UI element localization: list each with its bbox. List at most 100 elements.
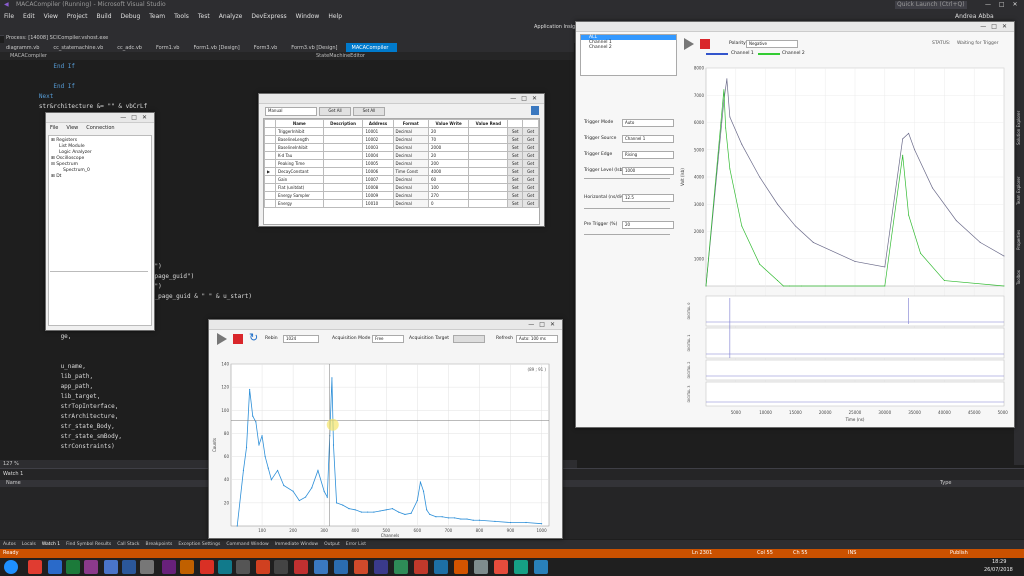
reg-write-cell[interactable]: 70 [427,135,470,144]
reg-format-cell[interactable]: Decimal [392,199,430,208]
menu-help[interactable]: Help [328,11,342,22]
app-icon-24[interactable] [474,560,488,574]
tab-autos[interactable]: Autos [3,540,16,549]
app-icon-11[interactable] [218,560,232,574]
register-window-titlebar[interactable]: —□✕ [259,94,544,104]
refresh-icon[interactable]: ↻ [249,331,258,344]
tab-form1-design[interactable]: Form1.vb [Design] [187,43,247,52]
acq-mode-select[interactable]: Free [372,335,404,343]
code-line[interactable]: lib_path, [10,372,94,382]
code-line[interactable]: strTopInterface, [10,402,119,412]
tab-form3-design[interactable]: Form3.vb [Design] [285,43,345,52]
quick-launch-input[interactable]: Quick Launch (Ctrl+Q) [895,1,967,9]
reg-get-button[interactable]: Get [522,175,539,184]
clock-time[interactable]: 18:29 [992,559,1006,565]
edit-icon[interactable] [531,106,539,115]
menu-team[interactable]: Team [149,11,165,22]
play-icon[interactable] [217,333,227,345]
app-icon-22[interactable] [434,560,448,574]
splitter[interactable] [50,271,148,272]
trigger-level-input[interactable]: 1000 [622,167,674,175]
refresh-select[interactable]: Auto: 100 ms [516,335,558,343]
reg-get-button[interactable]: Get [522,135,539,144]
start-icon[interactable] [4,560,18,574]
reg-set-button[interactable]: Set [507,183,524,192]
tab-breakpoints[interactable]: Breakpoints [146,540,173,549]
app-icon-21[interactable] [414,560,428,574]
menu-edit[interactable]: Edit [23,11,35,22]
reg-format-cell[interactable]: Decimal [392,135,430,144]
reg-get-button[interactable]: Get [522,151,539,160]
register-row[interactable]: Gain 10007 Decimal 60 Set Get [264,175,539,184]
menu-window[interactable]: Window [296,11,320,22]
app-icon-7[interactable] [140,560,154,574]
toolbox-tab[interactable]: Toolbox [1016,270,1021,285]
menu-debug[interactable]: Debug [121,11,141,22]
reg-format-cell[interactable]: Time Const [392,167,430,176]
polarity-select[interactable]: Negative [746,40,798,48]
app-icon-2[interactable] [48,560,62,574]
reg-write-cell[interactable]: 270 [427,191,470,200]
menu-analyze[interactable]: Analyze [219,11,243,22]
reg-get-button[interactable]: Get [522,183,539,192]
reg-format-cell[interactable]: Decimal [392,191,430,200]
scope-chart[interactable]: 1000 2000 3000 4000 5000 6000 7000 8000 5000 1000… [676,58,1008,424]
code-line[interactable]: Next [10,92,53,102]
tab-cc-statemachine[interactable]: cc_statemachine.vb [47,43,111,52]
window-controls[interactable]: — □ ✕ [985,1,1021,8]
tree-window-titlebar[interactable]: —□✕ [46,113,154,123]
reg-set-button[interactable]: Set [507,143,524,152]
reg-format-cell[interactable]: Decimal [392,183,430,192]
code-line[interactable]: End If [10,82,75,92]
register-row[interactable]: BaselineLength 10002 Decimal 70 Set Get [264,135,539,144]
menu-file[interactable]: File [4,11,14,22]
reg-write-cell[interactable]: 200 [427,159,470,168]
code-line[interactable]: End If [10,62,75,72]
menu-devexpress[interactable]: DevExpress [251,11,286,22]
app-icon-4[interactable] [84,560,98,574]
reg-set-button[interactable]: Set [507,167,524,176]
code-line[interactable]: str_state_Body, [10,422,115,432]
app-icon-17[interactable] [334,560,348,574]
app-icon-20[interactable] [394,560,408,574]
tab-immediate-window[interactable]: Immediate Window [275,540,318,549]
code-line[interactable]: app_path, [10,382,94,392]
app-icon-12[interactable] [236,560,250,574]
mode-select[interactable]: Manual [265,107,317,116]
app-icon-16[interactable] [314,560,328,574]
tab-cc-adc[interactable]: cc_adc.vb [111,43,150,52]
tab-diagramm[interactable]: diagramm.vb [0,43,47,52]
tree-menu-view[interactable]: View [66,125,78,131]
acq-target-field[interactable] [453,335,485,343]
app-icon-9[interactable] [180,560,194,574]
reg-set-button[interactable]: Set [507,127,524,136]
reg-get-button[interactable]: Get [522,199,539,208]
get-all-button[interactable]: Get All [319,107,351,116]
tree-menu-file[interactable]: File [50,125,58,131]
reg-set-button[interactable]: Set [507,159,524,168]
clock-date[interactable]: 26/07/2018 [984,567,1013,573]
reg-format-cell[interactable]: Decimal [392,143,430,152]
tab-find-symbol[interactable]: Find Symbol Results [66,540,111,549]
tab-call-stack[interactable]: Call Stack [117,540,139,549]
code-line[interactable]: ge, [10,332,72,342]
register-row[interactable]: TriggerInhibit 10001 Decimal 20 Set Get [264,127,539,136]
menu-tools[interactable]: Tools [174,11,189,22]
reg-get-button[interactable]: Get [522,159,539,168]
reg-write-cell[interactable]: 20 [427,151,470,160]
app-icon-13[interactable] [256,560,270,574]
register-row[interactable]: Peaking Time 10005 Decimal 200 Set Get [264,159,539,168]
app-icon-14[interactable] [274,560,288,574]
tree-menu-connection[interactable]: Connection [86,125,114,131]
trigger-edge-select[interactable]: Rising [622,151,674,159]
horizontal-input[interactable]: 12.5 [622,194,674,202]
reg-set-button[interactable]: Set [507,191,524,200]
reg-format-cell[interactable]: Decimal [392,127,430,136]
tab-form1[interactable]: Form1.vb [150,43,188,52]
code-line[interactable]: lib_target, [10,392,101,402]
reg-write-cell[interactable]: 20 [427,127,470,136]
tab-form3[interactable]: Form3.vb [248,43,286,52]
reg-write-cell[interactable]: 4000 [427,167,470,176]
visual-studio-icon[interactable] [162,560,176,574]
scope-play-icon[interactable] [684,38,694,50]
